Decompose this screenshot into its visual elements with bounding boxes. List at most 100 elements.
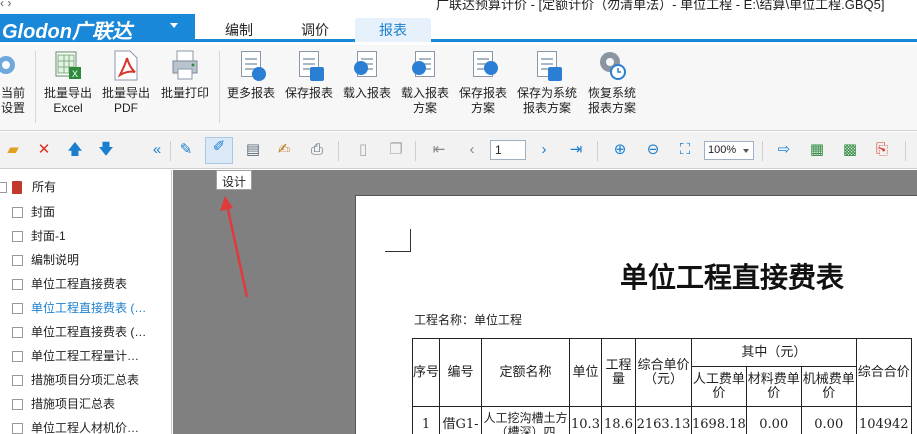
tree-checkbox[interactable] <box>12 303 23 314</box>
tree-item-label: 单位工程直接费表 <box>31 277 128 291</box>
tree-checkbox[interactable] <box>12 279 23 290</box>
window-title: 广联达预算计价 - [定额计价（勿清单法）- 单位工程 - E:\结算\单位工程… <box>436 0 885 12</box>
tree-checkbox[interactable] <box>0 182 7 193</box>
tree-item[interactable]: 编制说明 <box>0 249 171 272</box>
tree-item[interactable]: 措施项目分项汇总表 <box>0 369 171 392</box>
save-report-scheme-label-2: 方案 <box>470 101 495 115</box>
tree-checkbox[interactable] <box>12 351 23 362</box>
move-up-icon[interactable]: 🡅 <box>66 141 84 159</box>
batch-print-button[interactable]: 批量打印 <box>158 49 212 101</box>
ribbon-separator <box>219 51 220 123</box>
batch-export-pdf-button[interactable]: 批量导出 PDF <box>99 49 153 116</box>
last-page-icon[interactable]: ⇥ <box>567 141 585 159</box>
load-report-icon <box>352 49 382 83</box>
toolbar-separator <box>415 141 416 161</box>
fit-page-icon[interactable]: ⛶ <box>676 141 694 159</box>
page-setup-icon[interactable]: ▤ <box>244 141 262 159</box>
tree-item[interactable]: 单位工程直接费表 <box>0 273 171 296</box>
svg-text:X: X <box>72 69 78 79</box>
restore-system-scheme-button[interactable]: 恢复系统 报表方案 <box>584 49 640 116</box>
batch-export-excel-button[interactable]: X 批量导出 Excel <box>41 49 95 116</box>
export-sheet-icon[interactable]: ▩ <box>841 141 859 159</box>
brand-menu-chevron-down-icon[interactable] <box>170 23 178 28</box>
prev-page-icon[interactable]: ‹ <box>463 141 481 159</box>
tree-item[interactable]: 单位工程直接费表 (… <box>0 321 171 344</box>
header-qty: 工程量 <box>601 338 636 407</box>
tree-checkbox[interactable] <box>12 255 23 266</box>
tree-item-label: 措施项目汇总表 <box>31 397 116 411</box>
header-seq: 序号 <box>412 338 440 407</box>
tree-item-label: 编制说明 <box>31 253 80 267</box>
multi-page-icon[interactable]: ❐ <box>387 141 405 159</box>
single-page-icon[interactable]: ▯ <box>354 141 372 159</box>
zoom-out-icon[interactable]: ⊖ <box>644 141 662 159</box>
more-reports-button[interactable]: 更多报表 <box>224 49 278 101</box>
tree-item-all[interactable]: 所有 <box>0 176 171 199</box>
tab-price-adjust[interactable]: 调价 <box>301 20 329 40</box>
report-toolbar: ▰ ✕ 🡅 🡇 « ✎ ✐ ▤ ✍ ⎙ ▯ ❐ ⇤ ‹ 1 › ⇥ ⊕ ⊖ ⛶ … <box>0 132 917 169</box>
tab-edit[interactable]: 编制 <box>225 20 253 40</box>
export-excel-icon[interactable]: ▦ <box>808 141 826 159</box>
tree-item[interactable]: 封面-1 <box>0 225 171 248</box>
tree-item[interactable]: 单位工程人材机价… <box>0 417 171 434</box>
move-down-icon[interactable]: 🡇 <box>97 141 115 159</box>
cell-labor: 1698.18 <box>691 406 747 434</box>
tree-checkbox[interactable] <box>12 207 23 218</box>
collapse-panel-icon[interactable]: « <box>148 141 166 159</box>
brand-logo[interactable]: Glodon广联达 <box>0 14 195 43</box>
tree-checkbox[interactable] <box>12 423 23 434</box>
delete-icon[interactable]: ✕ <box>35 141 53 159</box>
page-margin-corner-mark <box>385 229 411 252</box>
current-settings-label-1: 当前 <box>0 86 25 100</box>
tab-reports[interactable]: 报表 <box>355 18 431 42</box>
export-pdf-icon[interactable]: ⎘ <box>873 141 891 159</box>
edit-icon[interactable]: ✎ <box>177 141 195 159</box>
save-report-button[interactable]: 保存报表 <box>282 49 336 101</box>
more-reports-label: 更多报表 <box>226 86 275 100</box>
export-report-icon[interactable]: ⇨ <box>775 141 793 159</box>
load-report-scheme-label-2: 方案 <box>412 101 437 115</box>
excel-export-icon: X <box>53 49 83 83</box>
tree-item-label: 所有 <box>32 180 57 194</box>
print-icon[interactable]: ⎙ <box>308 141 326 159</box>
tree-item-label: 封面-1 <box>31 229 66 243</box>
save-as-system-scheme-button[interactable]: 保存为系统 报表方案 <box>514 49 580 116</box>
next-page-icon[interactable]: › <box>535 141 553 159</box>
page-number-input[interactable]: 1 <box>490 140 526 160</box>
zoom-select[interactable]: 100% <box>704 141 754 160</box>
save-scheme-icon <box>468 49 498 83</box>
tree-checkbox[interactable] <box>12 327 23 338</box>
restore-gear-icon <box>597 49 627 83</box>
zoom-in-icon[interactable]: ⊕ <box>611 141 629 159</box>
design-icon[interactable]: ✐ <box>205 137 233 164</box>
report-table: 序号 编号 定额名称 单位 工程量 综合单价（元） 其中（元） 综合合价 人工费… <box>412 338 912 434</box>
header-labor: 人工费单价 <box>691 366 747 407</box>
nav-arrows-icon[interactable]: ‹ › <box>0 0 11 10</box>
batch-export-excel-label-2: Excel <box>53 101 83 115</box>
tree-checkbox[interactable] <box>12 231 23 242</box>
tree-item[interactable]: 措施项目汇总表 <box>0 393 171 416</box>
cell-code: 借G1- <box>439 406 482 434</box>
tree-item[interactable]: 单位工程工程量计… <box>0 345 171 368</box>
tree-checkbox[interactable] <box>12 375 23 386</box>
edit-document-icon[interactable]: ✍ <box>275 141 293 159</box>
save-report-label: 保存报表 <box>284 86 333 100</box>
header-total: 综合合价 <box>855 338 912 407</box>
settings-gear-icon <box>0 49 28 83</box>
load-report-button[interactable]: 载入报表 <box>340 49 394 101</box>
first-page-icon[interactable]: ⇤ <box>430 141 448 159</box>
current-settings-button[interactable]: 当前 设置 <box>0 49 30 116</box>
tree-checkbox[interactable] <box>12 399 23 410</box>
tree-item-selected[interactable]: 单位工程直接费表 (… <box>0 297 171 320</box>
table-row[interactable]: 1 借G1- 人工挖沟槽土方（槽深）四 10.3 18.6 2163.13 16… <box>412 406 912 434</box>
design-tooltip: 设计 <box>216 170 253 190</box>
add-folder-icon[interactable]: ▰ <box>4 141 22 159</box>
batch-export-pdf-label-2: PDF <box>114 101 138 115</box>
cell-unit: 10.3 <box>569 406 602 434</box>
toolbar-separator <box>762 141 763 161</box>
tree-item[interactable]: 封面 <box>0 201 171 224</box>
cell-machine: 0.00 <box>800 406 857 434</box>
save-report-scheme-button[interactable]: 保存报表 方案 <box>456 49 510 116</box>
tree-item-label: 单位工程直接费表 (… <box>31 301 147 315</box>
load-report-scheme-button[interactable]: 载入报表 方案 <box>398 49 452 116</box>
